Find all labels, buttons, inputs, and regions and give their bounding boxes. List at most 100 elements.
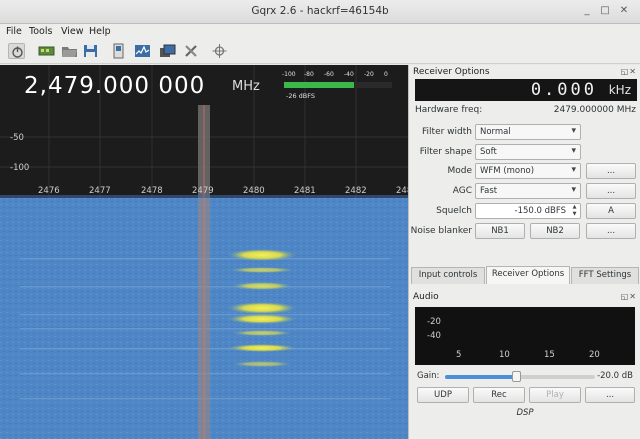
audio-panel-title: Audio xyxy=(413,292,439,302)
move-icon xyxy=(212,44,227,58)
minimize-button[interactable]: _ xyxy=(580,4,594,18)
hardware-freq-label: Hardware freq: xyxy=(415,105,483,115)
dsp-label: DSP xyxy=(516,408,534,418)
menu-view[interactable]: View xyxy=(61,26,84,37)
play-button[interactable]: Play xyxy=(529,387,581,403)
x-axis-label: 2478 xyxy=(141,186,163,196)
mode-label: Mode xyxy=(447,166,472,176)
mode-select[interactable]: WFM (mono) xyxy=(475,163,581,179)
dock-float-close-buttons[interactable]: ◱✕ xyxy=(621,67,637,76)
y-axis-label: -100 xyxy=(10,163,30,173)
audio-y-label: -20 xyxy=(427,317,441,327)
offset-value: 0.000 xyxy=(530,80,597,100)
meter-scale-label: -40 xyxy=(344,71,354,78)
gain-slider-fill xyxy=(445,375,516,379)
agc-label: AGC xyxy=(452,186,472,196)
udp-button[interactable]: UDP xyxy=(417,387,469,403)
menu-help[interactable]: Help xyxy=(89,26,111,37)
meter-fill xyxy=(284,82,355,88)
audio-y-label: -40 xyxy=(427,331,441,341)
save-button[interactable] xyxy=(82,43,99,59)
squelch-value: -150.0 dBFS xyxy=(514,206,566,216)
waterfall-icon xyxy=(135,45,150,57)
gain-value: -20.0 dB xyxy=(597,371,633,381)
screenshot-button[interactable] xyxy=(159,43,176,59)
move-button[interactable] xyxy=(211,43,228,59)
audio-x-label: 10 xyxy=(499,350,510,360)
meter-scale-label: -60 xyxy=(324,71,334,78)
frequency-unit: MHz xyxy=(232,79,260,94)
y-axis-label: -50 xyxy=(10,133,24,143)
meter-db-readout: -26 dBFS xyxy=(286,92,316,100)
offset-unit: kHz xyxy=(608,83,631,97)
dock-tabs: Input controls Receiver Options FFT Sett… xyxy=(411,266,639,284)
tab-fft-settings[interactable]: FFT Settings xyxy=(571,267,639,284)
agc-select[interactable]: Fast xyxy=(475,183,581,199)
gain-slider[interactable] xyxy=(445,371,595,382)
meter-scale-label: 0 xyxy=(384,71,388,78)
nb1-button[interactable]: NB1 xyxy=(475,223,525,239)
receiver-panel: Receiver Options ◱✕ 0.000 kHz Hardware f… xyxy=(408,65,640,439)
spectrum-pane[interactable]: 2,479.000 000 MHz -100 -80 -60 -40 -20 0… xyxy=(0,65,408,439)
squelch-auto-button[interactable]: A xyxy=(586,203,636,219)
close-button[interactable]: ✕ xyxy=(617,4,631,18)
gain-label: Gain: xyxy=(417,371,440,381)
window-title: Gqrx 2.6 - hackrf=46154b xyxy=(251,5,389,17)
noise-blanker-options-button[interactable]: ... xyxy=(586,223,636,239)
rec-button[interactable]: Rec xyxy=(473,387,525,403)
offset-display[interactable]: 0.000 kHz xyxy=(415,79,637,101)
squelch-label: Squelch xyxy=(436,206,472,216)
gain-slider-handle[interactable] xyxy=(511,371,521,382)
audio-options-button[interactable]: ... xyxy=(585,387,635,403)
device-icon xyxy=(113,43,124,59)
hardware-freq-value: 2479.000000 MHz xyxy=(553,105,636,115)
noise-blanker-label: Noise blanker xyxy=(410,226,472,236)
maximize-button[interactable]: □ xyxy=(598,4,612,18)
receiver-panel-title: Receiver Options xyxy=(413,67,490,77)
filter-width-label: Filter width xyxy=(422,127,472,137)
x-axis-label: 2481 xyxy=(294,186,316,196)
tab-receiver-options[interactable]: Receiver Options xyxy=(486,266,570,284)
device-button[interactable] xyxy=(110,43,127,59)
menu-file[interactable]: File xyxy=(6,26,22,37)
audio-x-label: 20 xyxy=(589,350,600,360)
menu-bar: File Tools View Help xyxy=(0,24,640,39)
x-axis-label: 2482 xyxy=(345,186,367,196)
filter-shape-label: Filter shape xyxy=(419,147,472,157)
gain-row: Gain: -20.0 dB xyxy=(415,371,637,383)
squelch-input[interactable]: -150.0 dBFS ▲ ▼ xyxy=(475,203,581,219)
power-icon xyxy=(12,46,23,58)
hardware-icon xyxy=(38,46,55,56)
hardware-button[interactable] xyxy=(38,43,55,59)
waterfall-button[interactable] xyxy=(134,43,151,59)
power-button[interactable] xyxy=(8,43,25,59)
screenshot-icon xyxy=(160,44,176,57)
x-axis-label: 2483 xyxy=(396,186,408,196)
open-icon xyxy=(62,47,77,57)
spin-arrows-icon[interactable]: ▲ ▼ xyxy=(570,204,579,218)
meter-scale-label: -100 xyxy=(282,71,296,78)
toolbar xyxy=(0,39,640,64)
frequency-display[interactable]: 2,479.000 000 xyxy=(24,73,205,99)
x-axis-label: 2477 xyxy=(89,186,111,196)
x-axis-label: 2480 xyxy=(243,186,265,196)
open-button[interactable] xyxy=(61,43,78,59)
agc-options-button[interactable]: ... xyxy=(586,183,636,199)
nb2-button[interactable]: NB2 xyxy=(530,223,580,239)
meter-bar xyxy=(284,82,392,88)
menu-tools[interactable]: Tools xyxy=(29,26,52,37)
tools-button[interactable] xyxy=(183,43,200,59)
meter-scale-label: -20 xyxy=(364,71,374,78)
filter-width-select[interactable]: Normal xyxy=(475,124,581,140)
waterfall-display[interactable] xyxy=(0,198,408,439)
save-icon xyxy=(84,45,97,57)
title-bar: Gqrx 2.6 - hackrf=46154b _ □ ✕ xyxy=(0,0,640,24)
x-axis-label: 2476 xyxy=(38,186,60,196)
tab-input-controls[interactable]: Input controls xyxy=(411,267,485,284)
x-axis-label: 2479 xyxy=(192,186,214,196)
mode-options-button[interactable]: ... xyxy=(586,163,636,179)
audio-dock-buttons[interactable]: ◱✕ xyxy=(621,292,637,301)
audio-spectrum: -20 -40 5 10 15 20 xyxy=(415,307,635,365)
filter-shape-select[interactable]: Soft xyxy=(475,144,581,160)
meter-scale-label: -80 xyxy=(304,71,314,78)
